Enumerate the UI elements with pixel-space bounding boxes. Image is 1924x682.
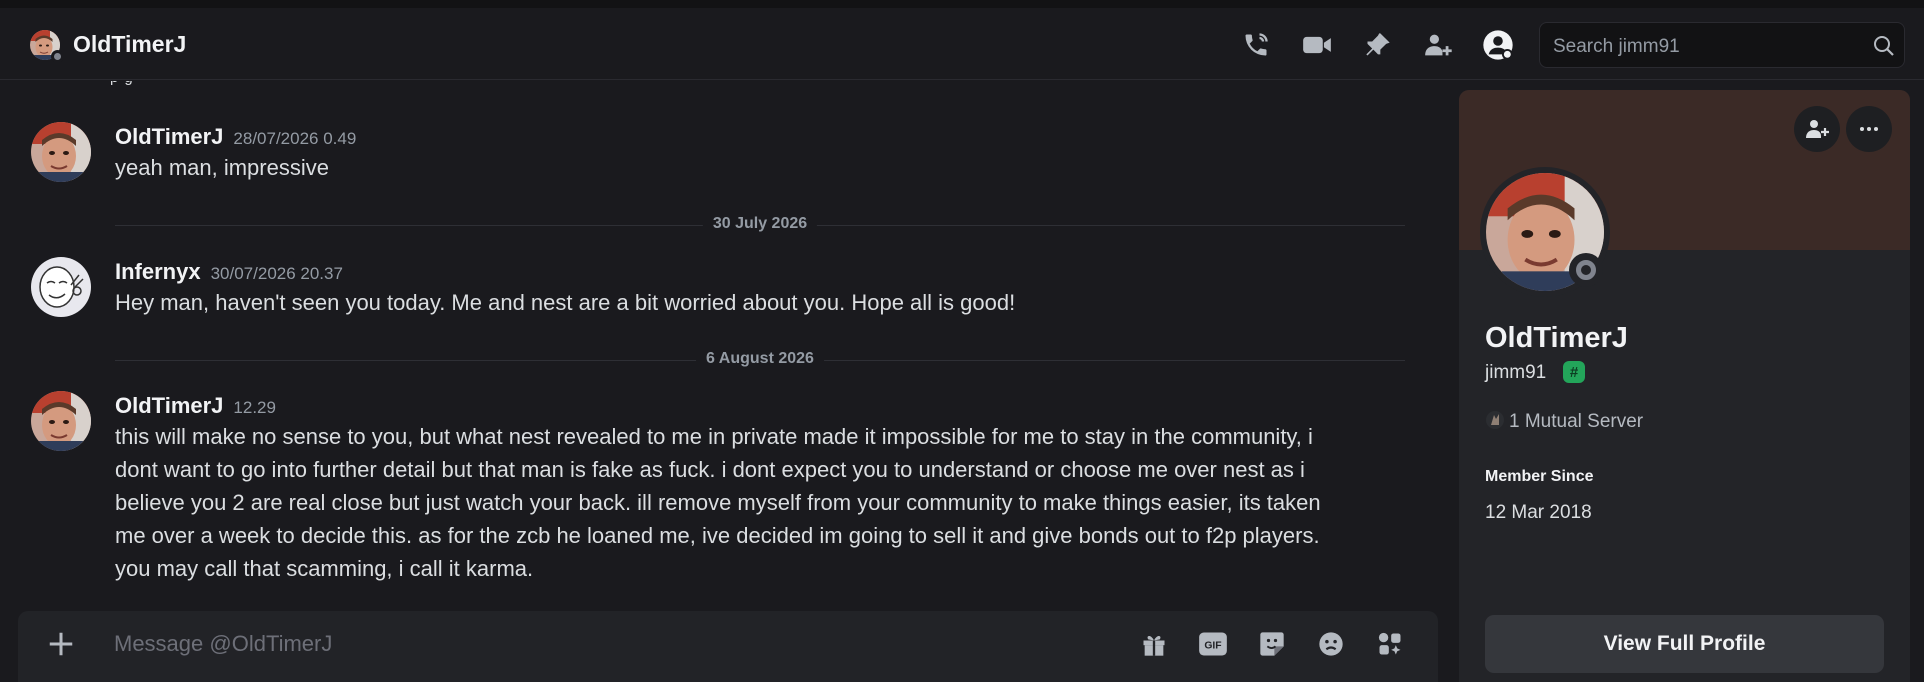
date-divider: 30 July 2026 [115,215,1405,233]
add-friend-icon [1806,120,1829,138]
search-input[interactable]: Search jimm91 [1539,22,1905,68]
more-options-button[interactable] [1846,106,1892,152]
pin-icon[interactable] [1361,28,1395,62]
more-dots-icon [1860,127,1878,131]
clipped-previous-message: ᵖ ᵍ [110,81,133,93]
add-friend-button[interactable] [1794,106,1840,152]
message-line: you may call that scamming, i call it ka… [115,556,534,581]
message-line: dont want to go into further detail but … [115,457,1305,482]
message-input[interactable]: Message @OldTimerJ [114,631,332,657]
gift-icon[interactable] [1138,628,1170,660]
apps-icon[interactable] [1374,628,1406,660]
message-content: Hey man, haven't seen you today. Me and … [115,290,1016,315]
user-profile-panel: OldTimerJ jimm91 # 1 Mutual Server Membe… [1459,90,1910,682]
mutual-servers-label: 1 Mutual Server [1509,411,1644,432]
view-full-profile-button[interactable]: View Full Profile [1485,615,1884,673]
profile-display-name: OldTimerJ [1485,322,1628,354]
message-author[interactable]: OldTimerJ [115,393,223,418]
gif-icon[interactable]: GIF [1197,628,1229,660]
dm-header: OldTimerJ Search jimm91 [0,8,1924,80]
member-since-heading: Member Since [1485,468,1594,485]
message-author[interactable]: OldTimerJ [115,124,223,149]
message-timestamp: 30/07/2026 20.37 [210,264,343,283]
phone-call-icon[interactable] [1239,28,1273,62]
profile-badge[interactable]: # [1563,361,1585,383]
user-profile-icon[interactable] [1481,28,1515,62]
message-line: believe you 2 are real close but just wa… [115,490,1321,515]
window-top-strip [0,0,1924,8]
video-camera-icon[interactable] [1300,28,1334,62]
emoji-icon[interactable] [1315,628,1347,660]
avatar[interactable] [31,391,91,451]
plus-icon[interactable] [46,629,76,659]
message-list[interactable]: ᵖ ᵍ OldTimerJ 28/07/2026 0.49 yeah man, i… [0,81,1440,601]
profile-username[interactable]: jimm91 [1485,362,1546,384]
search-icon[interactable] [1872,34,1896,58]
date-divider-label: 6 August 2026 [696,350,824,368]
avatar[interactable] [31,122,91,182]
message-composer: Message @OldTimerJ GIF [18,611,1438,682]
date-divider: 6 August 2026 [115,350,1405,368]
add-friends-to-dm-icon[interactable] [1422,28,1456,62]
message-line: this will make no sense to you, but what… [115,424,1313,449]
message-author[interactable]: Infernyx [115,259,201,284]
header-username[interactable]: OldTimerJ [73,31,186,58]
profile-status-offline [1569,253,1603,287]
sticker-icon[interactable] [1256,628,1288,660]
mutual-servers-link[interactable]: 1 Mutual Server [1485,410,1643,433]
message-content: yeah man, impressive [115,155,329,180]
message-line: me over a week to decide this. as for th… [115,523,1320,548]
avatar[interactable] [31,257,91,317]
search-placeholder: Search jimm91 [1553,36,1680,57]
server-icon [1486,411,1504,429]
message-timestamp: 12.29 [233,398,276,417]
member-since-date: 12 Mar 2018 [1485,502,1592,523]
status-indicator-offline [51,50,64,63]
message-timestamp: 28/07/2026 0.49 [233,129,357,148]
date-divider-label: 30 July 2026 [702,215,818,233]
message-content: this will make no sense to you, but what… [115,420,1395,585]
gif-label: GIF [1204,641,1221,652]
